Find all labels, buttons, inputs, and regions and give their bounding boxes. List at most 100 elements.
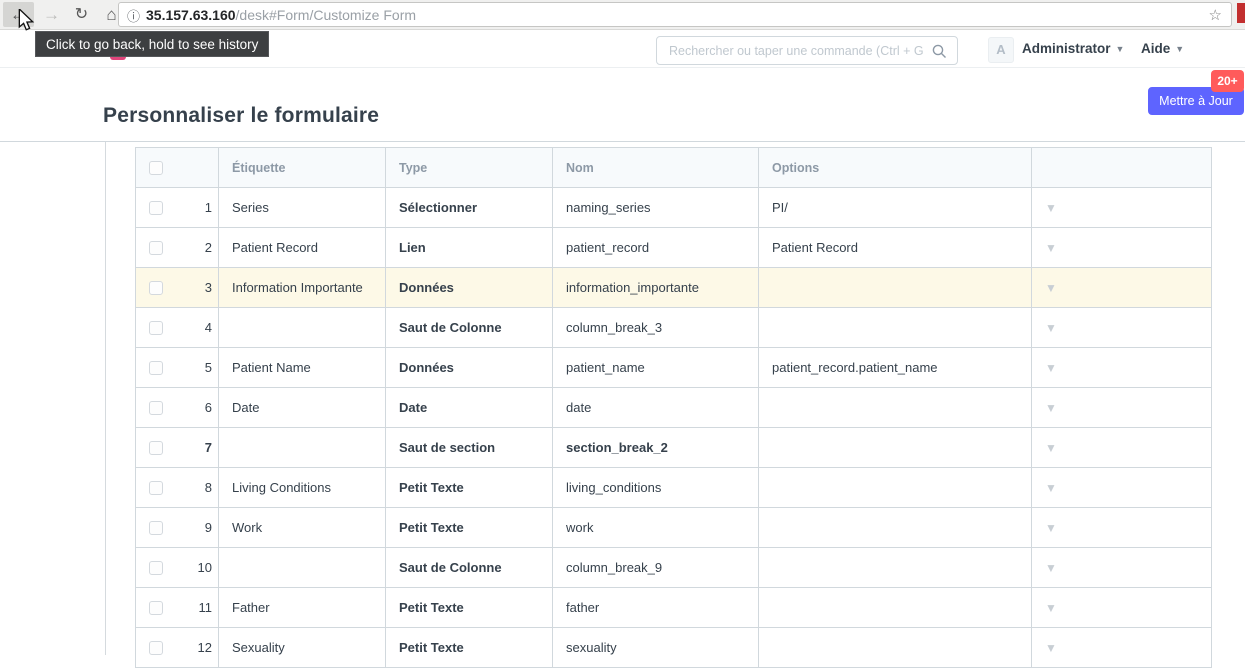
row-checkbox[interactable]: [149, 601, 163, 615]
grid-header-row: Étiquette Type Nom Options: [136, 148, 1212, 188]
table-row[interactable]: 7 Saut de section section_break_2 ▼: [136, 428, 1212, 468]
fields-grid: Étiquette Type Nom Options 1 Series Séle…: [135, 147, 1212, 668]
table-row[interactable]: 12 Sexuality Petit Texte sexuality ▼: [136, 628, 1212, 668]
url-path: /desk#Form/Customize Form: [236, 7, 416, 23]
global-search: [656, 36, 958, 65]
row-checkbox[interactable]: [149, 641, 163, 655]
field-label: [219, 428, 386, 468]
field-name: naming_series: [553, 188, 759, 228]
field-label: Father: [219, 588, 386, 628]
field-label: Patient Record: [219, 228, 386, 268]
field-label: Living Conditions: [219, 468, 386, 508]
field-label: Date: [219, 388, 386, 428]
table-row[interactable]: 8 Living Conditions Petit Texte living_c…: [136, 468, 1212, 508]
field-type: Petit Texte: [386, 468, 553, 508]
table-row[interactable]: 6 Date Date date ▼: [136, 388, 1212, 428]
field-label: Sexuality: [219, 628, 386, 668]
column-header-label: Étiquette: [219, 148, 386, 188]
field-table-body: 1 Series Sélectionner naming_series PI/ …: [136, 188, 1212, 668]
reload-icon[interactable]: ↻: [66, 2, 97, 27]
row-expand-caret-icon[interactable]: ▼: [1045, 521, 1057, 535]
row-checkbox[interactable]: [149, 521, 163, 535]
field-type: Saut de section: [386, 428, 553, 468]
user-dropdown[interactable]: Administrator▼: [1022, 30, 1124, 68]
table-row[interactable]: 9 Work Petit Texte work ▼: [136, 508, 1212, 548]
page-title: Personnaliser le formulaire: [103, 104, 379, 128]
field-name: section_break_2: [553, 428, 759, 468]
row-index: 1: [205, 200, 212, 215]
url-host: 35.157.63.160: [146, 7, 236, 23]
row-expand-caret-icon[interactable]: ▼: [1045, 401, 1057, 415]
row-expand-caret-icon[interactable]: ▼: [1045, 441, 1057, 455]
help-label: Aide: [1141, 41, 1170, 56]
page-info-icon[interactable]: ⓘ: [127, 6, 140, 25]
row-expand-caret-icon[interactable]: ▼: [1045, 321, 1057, 335]
row-expand-caret-icon[interactable]: ▼: [1045, 281, 1057, 295]
bookmark-star-icon[interactable]: ☆: [1209, 6, 1222, 24]
table-row[interactable]: 5 Patient Name Données patient_name pati…: [136, 348, 1212, 388]
field-name: column_break_9: [553, 548, 759, 588]
field-options: patient_record.patient_name: [759, 348, 1032, 388]
sidebar-divider: [105, 142, 106, 655]
field-options: [759, 588, 1032, 628]
page-content: Étiquette Type Nom Options 1 Series Séle…: [0, 142, 1245, 655]
table-row[interactable]: 4 Saut de Colonne column_break_3 ▼: [136, 308, 1212, 348]
row-index: 7: [205, 440, 212, 455]
field-options: PI/: [759, 188, 1032, 228]
column-header-type: Type: [386, 148, 553, 188]
address-bar[interactable]: ⓘ 35.157.63.160/desk#Form/Customize Form…: [118, 2, 1232, 27]
table-row[interactable]: 10 Saut de Colonne column_break_9 ▼: [136, 548, 1212, 588]
field-type: Données: [386, 348, 553, 388]
row-expand-caret-icon[interactable]: ▼: [1045, 241, 1057, 255]
field-name: date: [553, 388, 759, 428]
field-options: [759, 308, 1032, 348]
row-checkbox[interactable]: [149, 361, 163, 375]
row-checkbox[interactable]: [149, 281, 163, 295]
row-checkbox[interactable]: [149, 401, 163, 415]
row-expand-caret-icon[interactable]: ▼: [1045, 481, 1057, 495]
field-options: [759, 548, 1032, 588]
row-checkbox[interactable]: [149, 561, 163, 575]
field-type: Date: [386, 388, 553, 428]
table-row[interactable]: 11 Father Petit Texte father ▼: [136, 588, 1212, 628]
row-expand-caret-icon[interactable]: ▼: [1045, 361, 1057, 375]
row-index: 12: [198, 640, 212, 655]
avatar[interactable]: A: [988, 37, 1014, 63]
row-checkbox[interactable]: [149, 241, 163, 255]
field-type: Saut de Colonne: [386, 308, 553, 348]
field-options: [759, 468, 1032, 508]
field-name: sexuality: [553, 628, 759, 668]
browser-extension-icon[interactable]: [1237, 3, 1245, 23]
row-index: 10: [198, 560, 212, 575]
table-row[interactable]: 1 Series Sélectionner naming_series PI/ …: [136, 188, 1212, 228]
row-checkbox[interactable]: [149, 481, 163, 495]
row-index: 6: [205, 400, 212, 415]
forward-icon[interactable]: →: [36, 2, 67, 27]
search-input[interactable]: [657, 37, 957, 64]
row-index: 9: [205, 520, 212, 535]
row-checkbox[interactable]: [149, 441, 163, 455]
field-options: [759, 268, 1032, 308]
field-label: Work: [219, 508, 386, 548]
field-options: Patient Record: [759, 228, 1032, 268]
field-options: [759, 428, 1032, 468]
column-header-name: Nom: [553, 148, 759, 188]
column-header-options: Options: [759, 148, 1032, 188]
row-expand-caret-icon[interactable]: ▼: [1045, 641, 1057, 655]
help-dropdown[interactable]: Aide ▼: [1141, 30, 1184, 68]
row-checkbox[interactable]: [149, 201, 163, 215]
row-expand-caret-icon[interactable]: ▼: [1045, 201, 1057, 215]
field-label: Patient Name: [219, 348, 386, 388]
row-index: 4: [205, 320, 212, 335]
field-type: Lien: [386, 228, 553, 268]
row-expand-caret-icon[interactable]: ▼: [1045, 561, 1057, 575]
row-checkbox[interactable]: [149, 321, 163, 335]
field-options: [759, 508, 1032, 548]
row-expand-caret-icon[interactable]: ▼: [1045, 601, 1057, 615]
browser-toolbar: ← → ↻ ⌂ ⓘ 35.157.63.160/desk#Form/Custom…: [0, 0, 1245, 30]
chevron-down-icon: ▼: [1175, 44, 1184, 54]
table-row[interactable]: 3 Information Importante Données informa…: [136, 268, 1212, 308]
select-all-checkbox[interactable]: [149, 161, 163, 175]
table-row[interactable]: 2 Patient Record Lien patient_record Pat…: [136, 228, 1212, 268]
notification-badge[interactable]: 20+: [1211, 70, 1244, 92]
